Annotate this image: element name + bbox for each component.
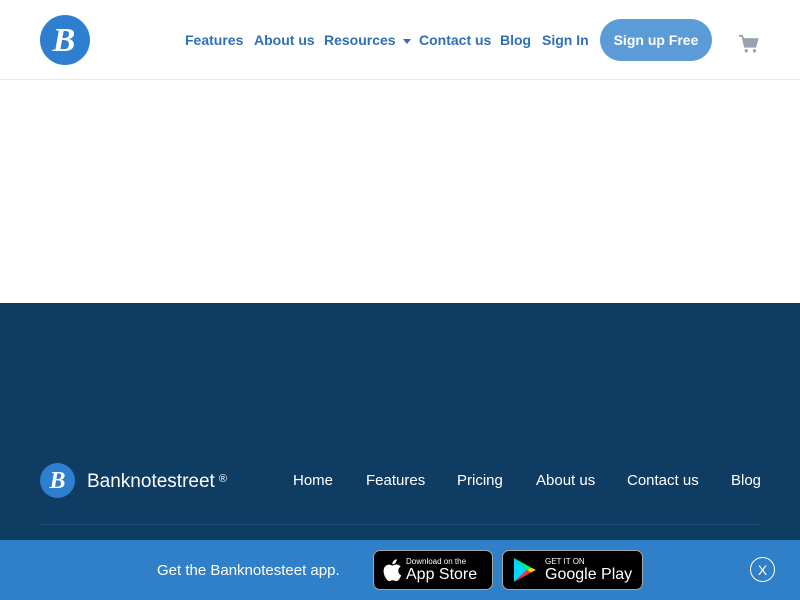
nav-features-link[interactable]: Features <box>185 32 243 48</box>
google-play-icon <box>514 558 536 582</box>
nav-contact-link[interactable]: Contact us <box>419 32 491 48</box>
chevron-down-icon <box>402 38 411 44</box>
main-content-area <box>0 80 800 303</box>
footer-about-link[interactable]: About us <box>536 472 595 489</box>
google-play-big-label: Google Play <box>545 565 633 583</box>
brand-logo[interactable]: B <box>40 15 90 65</box>
footer-brand-name: Banknotestreet ® <box>87 471 227 493</box>
google-play-small-label: GET IT ON <box>545 556 585 566</box>
close-banner-button[interactable]: X <box>750 557 775 582</box>
app-download-banner: Get the Banknotesteet app. Download on t… <box>0 540 800 600</box>
footer-features-link[interactable]: Features <box>366 472 425 489</box>
apple-icon <box>383 559 402 582</box>
app-store-small-label: Download on the <box>406 556 467 566</box>
footer-logo-letter: B <box>49 467 66 494</box>
nav-resources-label: Resources <box>324 32 396 48</box>
app-store-big-label: App Store <box>406 565 478 583</box>
footer-contact-link[interactable]: Contact us <box>627 472 699 489</box>
nav-blog-link[interactable]: Blog <box>500 32 531 48</box>
footer-brand-logo[interactable]: B <box>40 463 75 498</box>
nav-signin-link[interactable]: Sign In <box>542 32 589 48</box>
app-store-text: Download on the App Store <box>406 557 477 584</box>
nav-resources-dropdown[interactable]: Resources <box>324 32 411 48</box>
footer-blog-link[interactable]: Blog <box>731 472 761 489</box>
google-play-button[interactable]: GET IT ON Google Play <box>502 550 643 590</box>
app-banner-text: Get the Banknotesteet app. <box>157 562 340 579</box>
footer-divider <box>40 524 760 525</box>
nav-about-link[interactable]: About us <box>254 32 315 48</box>
shopping-cart-icon[interactable] <box>738 34 760 54</box>
footer-home-link[interactable]: Home <box>293 472 333 489</box>
footer-pricing-link[interactable]: Pricing <box>457 472 503 489</box>
footer-brand-text: Banknotestreet <box>87 471 215 492</box>
google-play-text: GET IT ON Google Play <box>545 557 632 584</box>
site-header: B Features About us Resources Contact us… <box>0 0 800 80</box>
app-store-button[interactable]: Download on the App Store <box>373 550 493 590</box>
registered-mark: ® <box>218 473 227 485</box>
signup-free-button[interactable]: Sign up Free <box>600 19 712 61</box>
logo-letter: B <box>52 22 76 59</box>
